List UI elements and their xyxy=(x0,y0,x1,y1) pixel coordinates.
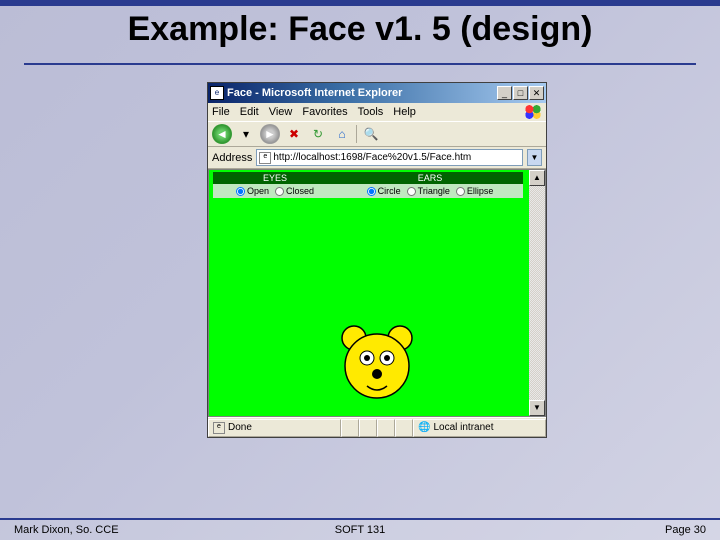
close-button[interactable]: ✕ xyxy=(529,86,544,100)
maximize-button[interactable]: □ xyxy=(513,86,528,100)
status-bar: e Done 🌐 Local intranet xyxy=(208,417,546,437)
menu-bar: File Edit View Favorites Tools Help xyxy=(208,103,546,121)
address-value: http://localhost:1698/Face%20v1.5/Face.h… xyxy=(273,152,471,163)
back-chevron-icon[interactable]: ▾ xyxy=(236,124,256,144)
address-dropdown-button[interactable]: ▼ xyxy=(527,149,542,166)
eyes-header: EYES xyxy=(213,172,337,184)
browser-window: e Face - Microsoft Internet Explorer _ □… xyxy=(207,82,547,438)
ears-circle-option[interactable]: Circle xyxy=(367,186,401,196)
footer-course: SOFT 131 xyxy=(245,524,476,536)
minimize-button[interactable]: _ xyxy=(497,86,512,100)
scroll-down-button[interactable]: ▼ xyxy=(529,400,545,416)
toolbar: ◄ ▾ ► ✖ ↻ ⌂ 🔍 xyxy=(208,121,546,147)
search-button[interactable]: 🔍 xyxy=(361,124,381,144)
footer-page: Page 30 xyxy=(475,524,706,536)
address-bar: Address e http://localhost:1698/Face%20v… xyxy=(208,147,546,169)
zone-text: Local intranet xyxy=(433,422,493,433)
ears-triangle-option[interactable]: Triangle xyxy=(407,186,450,196)
eyes-open-option[interactable]: Open xyxy=(236,186,269,196)
slide-footer: Mark Dixon, So. CCE SOFT 131 Page 30 xyxy=(0,518,720,540)
address-label: Address xyxy=(212,152,252,164)
windows-flag-icon xyxy=(524,105,542,119)
ears-ellipse-radio[interactable] xyxy=(456,187,465,196)
bear-face-graphic xyxy=(334,322,420,402)
status-text: Done xyxy=(228,422,252,433)
ears-triangle-radio[interactable] xyxy=(407,187,416,196)
browser-titlebar: e Face - Microsoft Internet Explorer _ □… xyxy=(208,83,546,103)
page-icon: e xyxy=(259,152,271,164)
footer-author: Mark Dixon, So. CCE xyxy=(14,524,245,536)
eyes-open-radio[interactable] xyxy=(236,187,245,196)
slide-title: Example: Face v1. 5 (design) xyxy=(24,6,696,65)
home-button[interactable]: ⌂ xyxy=(332,124,352,144)
ears-header: EARS xyxy=(337,172,523,184)
forward-button[interactable]: ► xyxy=(260,124,280,144)
menu-view[interactable]: View xyxy=(269,106,293,118)
stop-button[interactable]: ✖ xyxy=(284,124,304,144)
menu-tools[interactable]: Tools xyxy=(358,106,384,118)
scroll-up-button[interactable]: ▲ xyxy=(529,170,545,186)
ie-icon: e xyxy=(210,86,224,100)
back-button[interactable]: ◄ xyxy=(212,124,232,144)
eyes-closed-radio[interactable] xyxy=(275,187,284,196)
window-title: Face - Microsoft Internet Explorer xyxy=(227,87,497,99)
zone-icon: 🌐 xyxy=(418,422,430,433)
page-viewport: EYES Open Closed EARS Circle Triangle El… xyxy=(208,169,546,417)
refresh-button[interactable]: ↻ xyxy=(308,124,328,144)
eyes-closed-option[interactable]: Closed xyxy=(275,186,314,196)
ears-ellipse-option[interactable]: Ellipse xyxy=(456,186,494,196)
address-input[interactable]: e http://localhost:1698/Face%20v1.5/Face… xyxy=(256,149,523,166)
menu-edit[interactable]: Edit xyxy=(240,106,259,118)
vertical-scrollbar[interactable]: ▲ ▼ xyxy=(529,170,545,416)
menu-help[interactable]: Help xyxy=(393,106,416,118)
menu-favorites[interactable]: Favorites xyxy=(302,106,347,118)
control-panel: EYES Open Closed EARS Circle Triangle El… xyxy=(213,172,523,198)
menu-file[interactable]: File xyxy=(212,106,230,118)
done-icon: e xyxy=(213,422,225,434)
ears-circle-radio[interactable] xyxy=(367,187,376,196)
